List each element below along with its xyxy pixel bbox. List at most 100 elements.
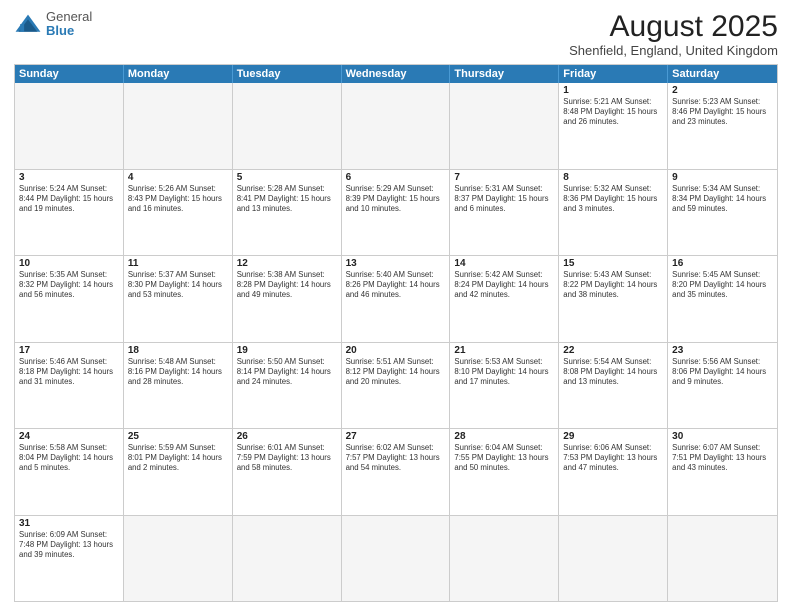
- day-cell-6: 6Sunrise: 5:29 AM Sunset: 8:39 PM Daylig…: [342, 170, 451, 256]
- day-number: 3: [19, 172, 119, 183]
- day-cell-27: 27Sunrise: 6:02 AM Sunset: 7:57 PM Dayli…: [342, 429, 451, 515]
- day-number: 30: [672, 431, 773, 442]
- calendar-week-4: 17Sunrise: 5:46 AM Sunset: 8:18 PM Dayli…: [15, 343, 777, 430]
- day-info: Sunrise: 5:45 AM Sunset: 8:20 PM Dayligh…: [672, 270, 773, 300]
- day-number: 15: [563, 258, 663, 269]
- day-info: Sunrise: 5:28 AM Sunset: 8:41 PM Dayligh…: [237, 184, 337, 214]
- day-number: 10: [19, 258, 119, 269]
- day-info: Sunrise: 6:07 AM Sunset: 7:51 PM Dayligh…: [672, 443, 773, 473]
- day-info: Sunrise: 5:48 AM Sunset: 8:16 PM Dayligh…: [128, 357, 228, 387]
- weekday-header-wednesday: Wednesday: [342, 65, 451, 83]
- logo-general: General: [46, 10, 92, 24]
- day-cell-10: 10Sunrise: 5:35 AM Sunset: 8:32 PM Dayli…: [15, 256, 124, 342]
- day-number: 8: [563, 172, 663, 183]
- day-info: Sunrise: 5:43 AM Sunset: 8:22 PM Dayligh…: [563, 270, 663, 300]
- day-number: 19: [237, 345, 337, 356]
- day-info: Sunrise: 6:01 AM Sunset: 7:59 PM Dayligh…: [237, 443, 337, 473]
- weekday-header-saturday: Saturday: [668, 65, 777, 83]
- day-info: Sunrise: 5:26 AM Sunset: 8:43 PM Dayligh…: [128, 184, 228, 214]
- day-cell-empty: [668, 516, 777, 602]
- day-info: Sunrise: 5:34 AM Sunset: 8:34 PM Dayligh…: [672, 184, 773, 214]
- day-cell-2: 2Sunrise: 5:23 AM Sunset: 8:46 PM Daylig…: [668, 83, 777, 169]
- day-cell-empty: [124, 516, 233, 602]
- day-number: 9: [672, 172, 773, 183]
- day-number: 14: [454, 258, 554, 269]
- day-cell-3: 3Sunrise: 5:24 AM Sunset: 8:44 PM Daylig…: [15, 170, 124, 256]
- day-info: Sunrise: 6:04 AM Sunset: 7:55 PM Dayligh…: [454, 443, 554, 473]
- day-info: Sunrise: 5:23 AM Sunset: 8:46 PM Dayligh…: [672, 97, 773, 127]
- weekday-header-monday: Monday: [124, 65, 233, 83]
- day-info: Sunrise: 5:56 AM Sunset: 8:06 PM Dayligh…: [672, 357, 773, 387]
- day-info: Sunrise: 5:50 AM Sunset: 8:14 PM Dayligh…: [237, 357, 337, 387]
- day-info: Sunrise: 5:38 AM Sunset: 8:28 PM Dayligh…: [237, 270, 337, 300]
- day-cell-29: 29Sunrise: 6:06 AM Sunset: 7:53 PM Dayli…: [559, 429, 668, 515]
- day-number: 26: [237, 431, 337, 442]
- day-cell-16: 16Sunrise: 5:45 AM Sunset: 8:20 PM Dayli…: [668, 256, 777, 342]
- day-number: 20: [346, 345, 446, 356]
- day-cell-25: 25Sunrise: 5:59 AM Sunset: 8:01 PM Dayli…: [124, 429, 233, 515]
- day-info: Sunrise: 5:54 AM Sunset: 8:08 PM Dayligh…: [563, 357, 663, 387]
- day-number: 13: [346, 258, 446, 269]
- day-cell-7: 7Sunrise: 5:31 AM Sunset: 8:37 PM Daylig…: [450, 170, 559, 256]
- day-number: 31: [19, 518, 119, 529]
- calendar-week-6: 31Sunrise: 6:09 AM Sunset: 7:48 PM Dayli…: [15, 516, 777, 602]
- day-cell-empty: [342, 516, 451, 602]
- logo-text: General Blue: [46, 10, 92, 39]
- day-number: 4: [128, 172, 228, 183]
- day-info: Sunrise: 5:37 AM Sunset: 8:30 PM Dayligh…: [128, 270, 228, 300]
- day-cell-empty: [342, 83, 451, 169]
- day-info: Sunrise: 5:21 AM Sunset: 8:48 PM Dayligh…: [563, 97, 663, 127]
- weekday-header-thursday: Thursday: [450, 65, 559, 83]
- day-cell-1: 1Sunrise: 5:21 AM Sunset: 8:48 PM Daylig…: [559, 83, 668, 169]
- day-cell-8: 8Sunrise: 5:32 AM Sunset: 8:36 PM Daylig…: [559, 170, 668, 256]
- day-number: 17: [19, 345, 119, 356]
- day-cell-5: 5Sunrise: 5:28 AM Sunset: 8:41 PM Daylig…: [233, 170, 342, 256]
- day-info: Sunrise: 5:46 AM Sunset: 8:18 PM Dayligh…: [19, 357, 119, 387]
- day-cell-9: 9Sunrise: 5:34 AM Sunset: 8:34 PM Daylig…: [668, 170, 777, 256]
- day-number: 27: [346, 431, 446, 442]
- day-cell-empty: [124, 83, 233, 169]
- day-cell-26: 26Sunrise: 6:01 AM Sunset: 7:59 PM Dayli…: [233, 429, 342, 515]
- day-number: 6: [346, 172, 446, 183]
- day-cell-empty: [15, 83, 124, 169]
- day-info: Sunrise: 5:31 AM Sunset: 8:37 PM Dayligh…: [454, 184, 554, 214]
- day-info: Sunrise: 5:53 AM Sunset: 8:10 PM Dayligh…: [454, 357, 554, 387]
- calendar-week-1: 1Sunrise: 5:21 AM Sunset: 8:48 PM Daylig…: [15, 83, 777, 170]
- day-number: 18: [128, 345, 228, 356]
- day-info: Sunrise: 5:29 AM Sunset: 8:39 PM Dayligh…: [346, 184, 446, 214]
- day-info: Sunrise: 5:35 AM Sunset: 8:32 PM Dayligh…: [19, 270, 119, 300]
- day-cell-28: 28Sunrise: 6:04 AM Sunset: 7:55 PM Dayli…: [450, 429, 559, 515]
- day-info: Sunrise: 5:24 AM Sunset: 8:44 PM Dayligh…: [19, 184, 119, 214]
- day-cell-15: 15Sunrise: 5:43 AM Sunset: 8:22 PM Dayli…: [559, 256, 668, 342]
- day-cell-17: 17Sunrise: 5:46 AM Sunset: 8:18 PM Dayli…: [15, 343, 124, 429]
- logo-blue: Blue: [46, 24, 92, 38]
- day-number: 23: [672, 345, 773, 356]
- calendar-body: 1Sunrise: 5:21 AM Sunset: 8:48 PM Daylig…: [15, 83, 777, 601]
- day-number: 11: [128, 258, 228, 269]
- day-number: 1: [563, 85, 663, 96]
- day-number: 21: [454, 345, 554, 356]
- calendar-week-3: 10Sunrise: 5:35 AM Sunset: 8:32 PM Dayli…: [15, 256, 777, 343]
- header: General Blue August 2025 Shenfield, Engl…: [14, 10, 778, 58]
- day-number: 29: [563, 431, 663, 442]
- calendar: SundayMondayTuesdayWednesdayThursdayFrid…: [14, 64, 778, 602]
- calendar-week-2: 3Sunrise: 5:24 AM Sunset: 8:44 PM Daylig…: [15, 170, 777, 257]
- day-cell-13: 13Sunrise: 5:40 AM Sunset: 8:26 PM Dayli…: [342, 256, 451, 342]
- day-cell-empty: [233, 83, 342, 169]
- day-cell-14: 14Sunrise: 5:42 AM Sunset: 8:24 PM Dayli…: [450, 256, 559, 342]
- logo-icon: [14, 13, 42, 35]
- day-info: Sunrise: 6:06 AM Sunset: 7:53 PM Dayligh…: [563, 443, 663, 473]
- page: General Blue August 2025 Shenfield, Engl…: [0, 0, 792, 612]
- day-number: 16: [672, 258, 773, 269]
- subtitle: Shenfield, England, United Kingdom: [569, 43, 778, 58]
- weekday-header-tuesday: Tuesday: [233, 65, 342, 83]
- day-number: 22: [563, 345, 663, 356]
- day-number: 7: [454, 172, 554, 183]
- day-cell-31: 31Sunrise: 6:09 AM Sunset: 7:48 PM Dayli…: [15, 516, 124, 602]
- day-cell-empty: [233, 516, 342, 602]
- day-info: Sunrise: 5:51 AM Sunset: 8:12 PM Dayligh…: [346, 357, 446, 387]
- calendar-week-5: 24Sunrise: 5:58 AM Sunset: 8:04 PM Dayli…: [15, 429, 777, 516]
- day-cell-23: 23Sunrise: 5:56 AM Sunset: 8:06 PM Dayli…: [668, 343, 777, 429]
- day-cell-30: 30Sunrise: 6:07 AM Sunset: 7:51 PM Dayli…: [668, 429, 777, 515]
- day-cell-24: 24Sunrise: 5:58 AM Sunset: 8:04 PM Dayli…: [15, 429, 124, 515]
